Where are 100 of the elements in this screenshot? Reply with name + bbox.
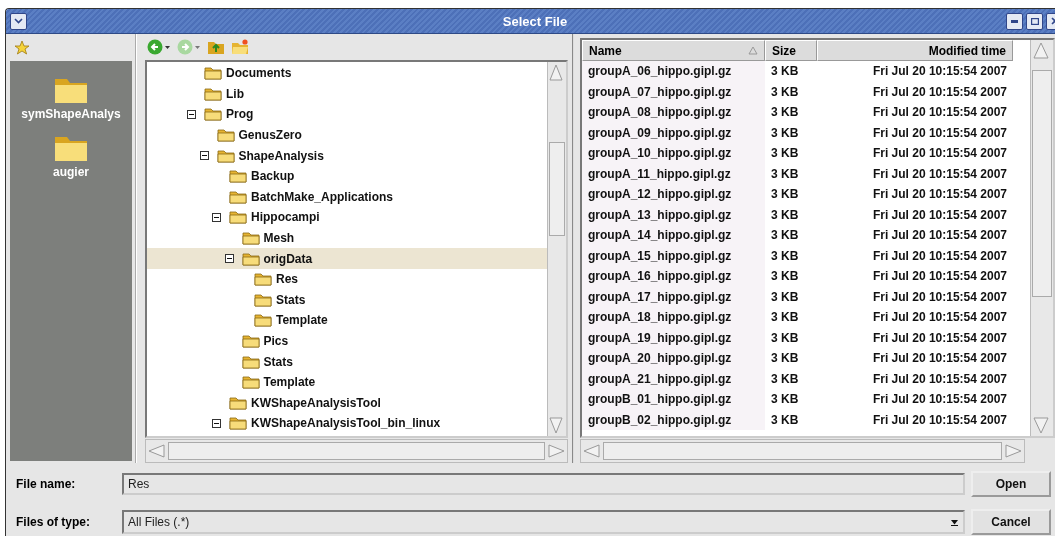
file-name-cell[interactable]: groupA_06_hippo.gipl.gz bbox=[582, 61, 765, 82]
open-button[interactable]: Open bbox=[971, 471, 1051, 498]
file-name-cell[interactable]: groupA_19_hippo.gipl.gz bbox=[582, 327, 765, 348]
scroll-thumb[interactable] bbox=[603, 442, 1002, 460]
folder-icon bbox=[241, 231, 260, 246]
sort-ascending-icon bbox=[748, 46, 758, 55]
folder-icon bbox=[229, 210, 247, 225]
cancel-button[interactable]: Cancel bbox=[971, 508, 1051, 535]
horizontal-scrollbar[interactable] bbox=[145, 439, 568, 463]
file-name-cell[interactable]: groupA_15_hippo.gipl.gz bbox=[582, 245, 765, 266]
tree-item[interactable]: KWShapeAnalysisTool bbox=[147, 392, 547, 414]
column-header[interactable]: Name bbox=[582, 40, 765, 61]
collapse-icon[interactable] bbox=[224, 254, 234, 264]
window-title: Select File bbox=[501, 13, 569, 29]
tree-item[interactable]: ShapeAnalysis bbox=[147, 145, 547, 166]
file-name-cell[interactable]: groupA_12_hippo.gipl.gz bbox=[582, 184, 765, 205]
file-name-cell[interactable]: groupA_10_hippo.gipl.gz bbox=[582, 143, 765, 164]
field-label: File name: bbox=[16, 477, 77, 492]
horizontal-scrollbar[interactable] bbox=[580, 439, 1025, 463]
tree-item[interactable]: Stats bbox=[147, 351, 547, 372]
minimize-icon bbox=[1011, 19, 1018, 23]
folder-icon bbox=[216, 128, 235, 143]
scroll-down-icon[interactable] bbox=[1031, 414, 1051, 436]
tree-item[interactable]: Mesh bbox=[147, 227, 547, 249]
tree-item[interactable]: Stats bbox=[147, 289, 547, 311]
tree-item[interactable]: GenusZero bbox=[147, 124, 547, 146]
file-name-cell[interactable]: groupA_14_hippo.gipl.gz bbox=[582, 225, 765, 246]
file-name-cell[interactable]: groupA_21_hippo.gipl.gz bbox=[582, 368, 765, 389]
file-name-cell[interactable]: groupA_09_hippo.gipl.gz bbox=[582, 122, 765, 143]
maximize-button[interactable] bbox=[1026, 12, 1043, 30]
window-menu-button[interactable] bbox=[10, 12, 27, 30]
scroll-right-icon[interactable] bbox=[545, 443, 567, 459]
collapse-icon[interactable] bbox=[212, 418, 221, 428]
scroll-left-icon[interactable] bbox=[146, 443, 168, 459]
scroll-down-icon[interactable] bbox=[548, 414, 564, 436]
tree-item[interactable]: Hippocampi bbox=[147, 207, 547, 228]
folder-icon bbox=[241, 354, 260, 369]
folder-icon bbox=[241, 251, 260, 266]
place-label[interactable]: augier bbox=[53, 165, 89, 179]
file-name-cell[interactable]: groupA_08_hippo.gipl.gz bbox=[582, 102, 765, 123]
collapse-icon[interactable] bbox=[199, 151, 209, 161]
tree-item[interactable]: KWShapeAnalysisTool_bin_linux bbox=[147, 413, 547, 434]
tree-item[interactable]: Prog bbox=[147, 104, 547, 125]
vertical-scrollbar[interactable] bbox=[547, 62, 566, 436]
scroll-right-icon[interactable] bbox=[1002, 443, 1024, 459]
vertical-scrollbar[interactable] bbox=[1030, 40, 1053, 436]
file-type-dropdown[interactable]: All Files (.*) bbox=[122, 509, 965, 534]
tree-item[interactable]: BatchMake_Applications bbox=[147, 186, 547, 208]
folder-icon bbox=[216, 148, 235, 163]
back-icon[interactable] bbox=[147, 38, 171, 56]
file-name-cell[interactable]: groupA_07_hippo.gipl.gz bbox=[582, 81, 765, 102]
place-label[interactable]: symShapeAnalys bbox=[21, 107, 121, 121]
dropdown-arrow-icon bbox=[950, 517, 959, 526]
file-name-cell[interactable]: groupA_11_hippo.gipl.gz bbox=[582, 163, 765, 184]
scroll-left-icon[interactable] bbox=[581, 443, 603, 459]
tree-item[interactable]: Documents bbox=[147, 63, 547, 84]
tree-item[interactable]: Lib bbox=[147, 83, 547, 105]
scroll-up-icon[interactable] bbox=[548, 62, 564, 84]
folder-icon bbox=[254, 272, 272, 287]
file-name-cell[interactable]: groupA_16_hippo.gipl.gz bbox=[582, 266, 765, 287]
folder-icon bbox=[204, 107, 222, 122]
column-header[interactable]: Modified time bbox=[817, 40, 1013, 61]
folder-up-icon[interactable] bbox=[207, 39, 225, 55]
tree-item[interactable]: Res bbox=[147, 268, 547, 290]
folder-icon bbox=[229, 169, 247, 184]
file-name-field[interactable]: Res bbox=[122, 473, 965, 496]
scroll-thumb[interactable] bbox=[549, 142, 565, 236]
folder-icon bbox=[241, 334, 260, 348]
folder-icon bbox=[229, 395, 247, 410]
column-header[interactable]: Size bbox=[765, 40, 817, 61]
file-name-cell[interactable]: groupA_13_hippo.gipl.gz bbox=[582, 204, 765, 225]
star-icon[interactable] bbox=[14, 39, 30, 56]
folder-icon bbox=[204, 66, 222, 81]
tree-item[interactable]: origData bbox=[147, 248, 547, 269]
tree-item[interactable]: Template bbox=[147, 310, 547, 331]
collapse-icon[interactable] bbox=[187, 110, 196, 119]
folder-icon bbox=[241, 375, 260, 390]
scroll-thumb[interactable] bbox=[168, 442, 545, 460]
collapse-icon[interactable] bbox=[212, 212, 221, 222]
tree-item[interactable]: Pics bbox=[147, 330, 547, 352]
tree-item[interactable]: Backup bbox=[147, 165, 547, 187]
file-name-cell[interactable]: groupA_17_hippo.gipl.gz bbox=[582, 286, 765, 307]
folder-icon bbox=[254, 313, 272, 328]
forward-icon[interactable] bbox=[177, 38, 201, 56]
chevron-down-icon bbox=[14, 18, 23, 24]
field-label: Files of type: bbox=[16, 514, 91, 529]
folder-icon bbox=[229, 189, 247, 204]
minimize-button[interactable] bbox=[1006, 12, 1023, 30]
new-folder-icon[interactable] bbox=[231, 39, 249, 55]
file-name-cell[interactable]: groupA_20_hippo.gipl.gz bbox=[582, 348, 765, 369]
file-name-cell[interactable]: groupB_01_hippo.gipl.gz bbox=[582, 389, 765, 410]
folder-icon bbox=[229, 416, 247, 431]
scroll-thumb[interactable] bbox=[1032, 70, 1052, 297]
file-name-cell[interactable]: groupB_02_hippo.gipl.gz bbox=[582, 409, 765, 430]
maximize-icon bbox=[1030, 17, 1039, 25]
folder-icon bbox=[204, 86, 222, 101]
file-name-cell[interactable]: groupA_18_hippo.gipl.gz bbox=[582, 307, 765, 328]
tree-item[interactable]: Template bbox=[147, 371, 547, 393]
scroll-up-icon[interactable] bbox=[1031, 40, 1051, 62]
folder-icon bbox=[254, 292, 272, 307]
